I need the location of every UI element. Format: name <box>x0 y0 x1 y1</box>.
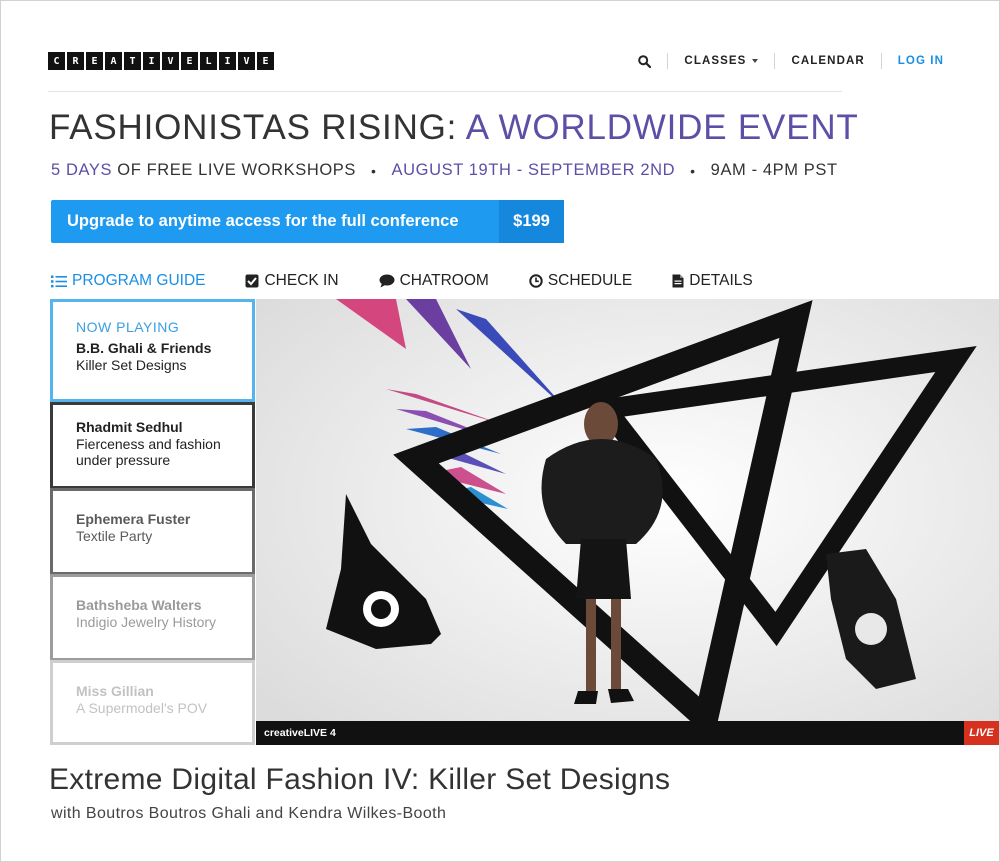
tab-program-guide[interactable]: PROGRAM GUIDE <box>51 272 205 290</box>
video-channel-bar: creativeLIVE 4 LIVE <box>256 721 999 745</box>
logo-letter: I <box>219 52 236 70</box>
classes-menu[interactable]: CLASSES <box>684 55 759 67</box>
logo-letter: I <box>143 52 160 70</box>
program-item[interactable]: Miss Gillian A Supermodel's POV <box>50 660 255 745</box>
login-link[interactable]: LOG IN <box>898 55 944 67</box>
live-badge: LIVE <box>964 721 999 745</box>
logo-letter: E <box>257 52 274 70</box>
program-topic: Killer Set Designs <box>76 357 187 373</box>
creativelive-logo[interactable]: C R E A T I V E L I V E <box>48 52 274 70</box>
chat-bubble-icon <box>379 274 395 288</box>
search-button[interactable] <box>638 54 652 68</box>
program-speaker: Rhadmit Sedhul <box>76 419 183 435</box>
clock-icon <box>529 274 543 288</box>
now-playing-label: NOW PLAYING <box>76 319 180 335</box>
event-title-accent: A WORLDWIDE EVENT <box>465 108 859 147</box>
program-topic: Fierceness and fashion under pressure <box>76 436 221 468</box>
video-frame-image <box>256 299 999 745</box>
program-speaker: B.B. Ghali & Friends <box>76 340 212 356</box>
tab-check-in[interactable]: CHECK IN <box>245 272 339 290</box>
nav-divider <box>774 53 776 69</box>
event-title-main: FASHIONISTAS RISING: <box>49 108 458 147</box>
video-player[interactable]: creativeLIVE 4 LIVE <box>256 299 999 745</box>
checkbox-icon <box>245 274 259 288</box>
tab-label: CHECK IN <box>264 272 339 289</box>
chevron-down-icon <box>752 59 759 63</box>
tab-label: PROGRAM GUIDE <box>72 272 206 289</box>
program-speaker: Ephemera Fuster <box>76 511 191 527</box>
event-workshops: OF FREE LIVE WORKSHOPS <box>117 161 357 179</box>
logo-letter: A <box>105 52 122 70</box>
nav-divider <box>667 53 669 69</box>
bullet-separator: • <box>690 162 696 179</box>
logo-letter: E <box>86 52 103 70</box>
program-item[interactable]: Rhadmit Sedhul Fierceness and fashion un… <box>50 402 255 489</box>
program-item-now-playing[interactable]: NOW PLAYING B.B. Ghali & Friends Killer … <box>50 299 255 402</box>
event-tabs: PROGRAM GUIDE CHECK IN CHATROOM SCHEDULE… <box>51 270 793 292</box>
program-item[interactable]: Bathsheba Walters Indigio Jewelry Histor… <box>50 574 255 661</box>
logo-letter: R <box>67 52 84 70</box>
event-subline: 5 DAYS OF FREE LIVE WORKSHOPS • AUGUST 1… <box>51 161 838 180</box>
event-hours: 9AM - 4PM PST <box>710 161 838 179</box>
program-item[interactable]: Ephemera Fuster Textile Party <box>50 488 255 575</box>
program-speaker: Miss Gillian <box>76 683 154 699</box>
nav-divider <box>880 53 882 69</box>
upgrade-price: $199 <box>499 200 564 243</box>
event-title: FASHIONISTAS RISING: A WORLDWIDE EVENT <box>49 108 859 148</box>
upgrade-label: Upgrade to anytime access for the full c… <box>67 212 459 230</box>
class-title: Extreme Digital Fashion IV: Killer Set D… <box>49 763 671 796</box>
program-topic: Indigio Jewelry History <box>76 614 217 630</box>
event-days: 5 DAYS <box>51 161 113 179</box>
classes-label: CLASSES <box>684 55 747 67</box>
list-icon <box>51 275 67 287</box>
tab-chatroom[interactable]: CHATROOM <box>379 272 489 290</box>
tab-label: DETAILS <box>689 272 753 289</box>
event-dates: AUGUST 19TH - SEPTEMBER 2ND <box>391 161 676 179</box>
program-guide-list: NOW PLAYING B.B. Ghali & Friends Killer … <box>50 299 255 745</box>
logo-letter: L <box>200 52 217 70</box>
tab-label: SCHEDULE <box>547 272 633 289</box>
logo-letter: V <box>162 52 179 70</box>
search-icon <box>638 54 652 68</box>
channel-label: creativeLIVE 4 <box>264 727 336 739</box>
program-topic: Textile Party <box>76 528 153 544</box>
logo-letter: C <box>48 52 65 70</box>
tab-details[interactable]: DETAILS <box>672 272 753 290</box>
document-icon <box>672 274 684 288</box>
header-divider <box>48 91 842 92</box>
logo-letter: V <box>238 52 255 70</box>
program-topic: A Supermodel's POV <box>76 700 208 716</box>
bullet-separator: • <box>371 162 377 179</box>
calendar-link[interactable]: CALENDAR <box>791 55 864 67</box>
program-speaker: Bathsheba Walters <box>76 597 202 613</box>
top-nav: CLASSES CALENDAR LOG IN <box>638 50 944 72</box>
logo-letter: T <box>124 52 141 70</box>
upgrade-button[interactable]: Upgrade to anytime access for the full c… <box>51 200 564 243</box>
class-instructors: with Boutros Boutros Ghali and Kendra Wi… <box>51 805 447 822</box>
tab-schedule[interactable]: SCHEDULE <box>529 272 632 290</box>
tab-label: CHATROOM <box>399 272 489 289</box>
logo-letter: E <box>181 52 198 70</box>
